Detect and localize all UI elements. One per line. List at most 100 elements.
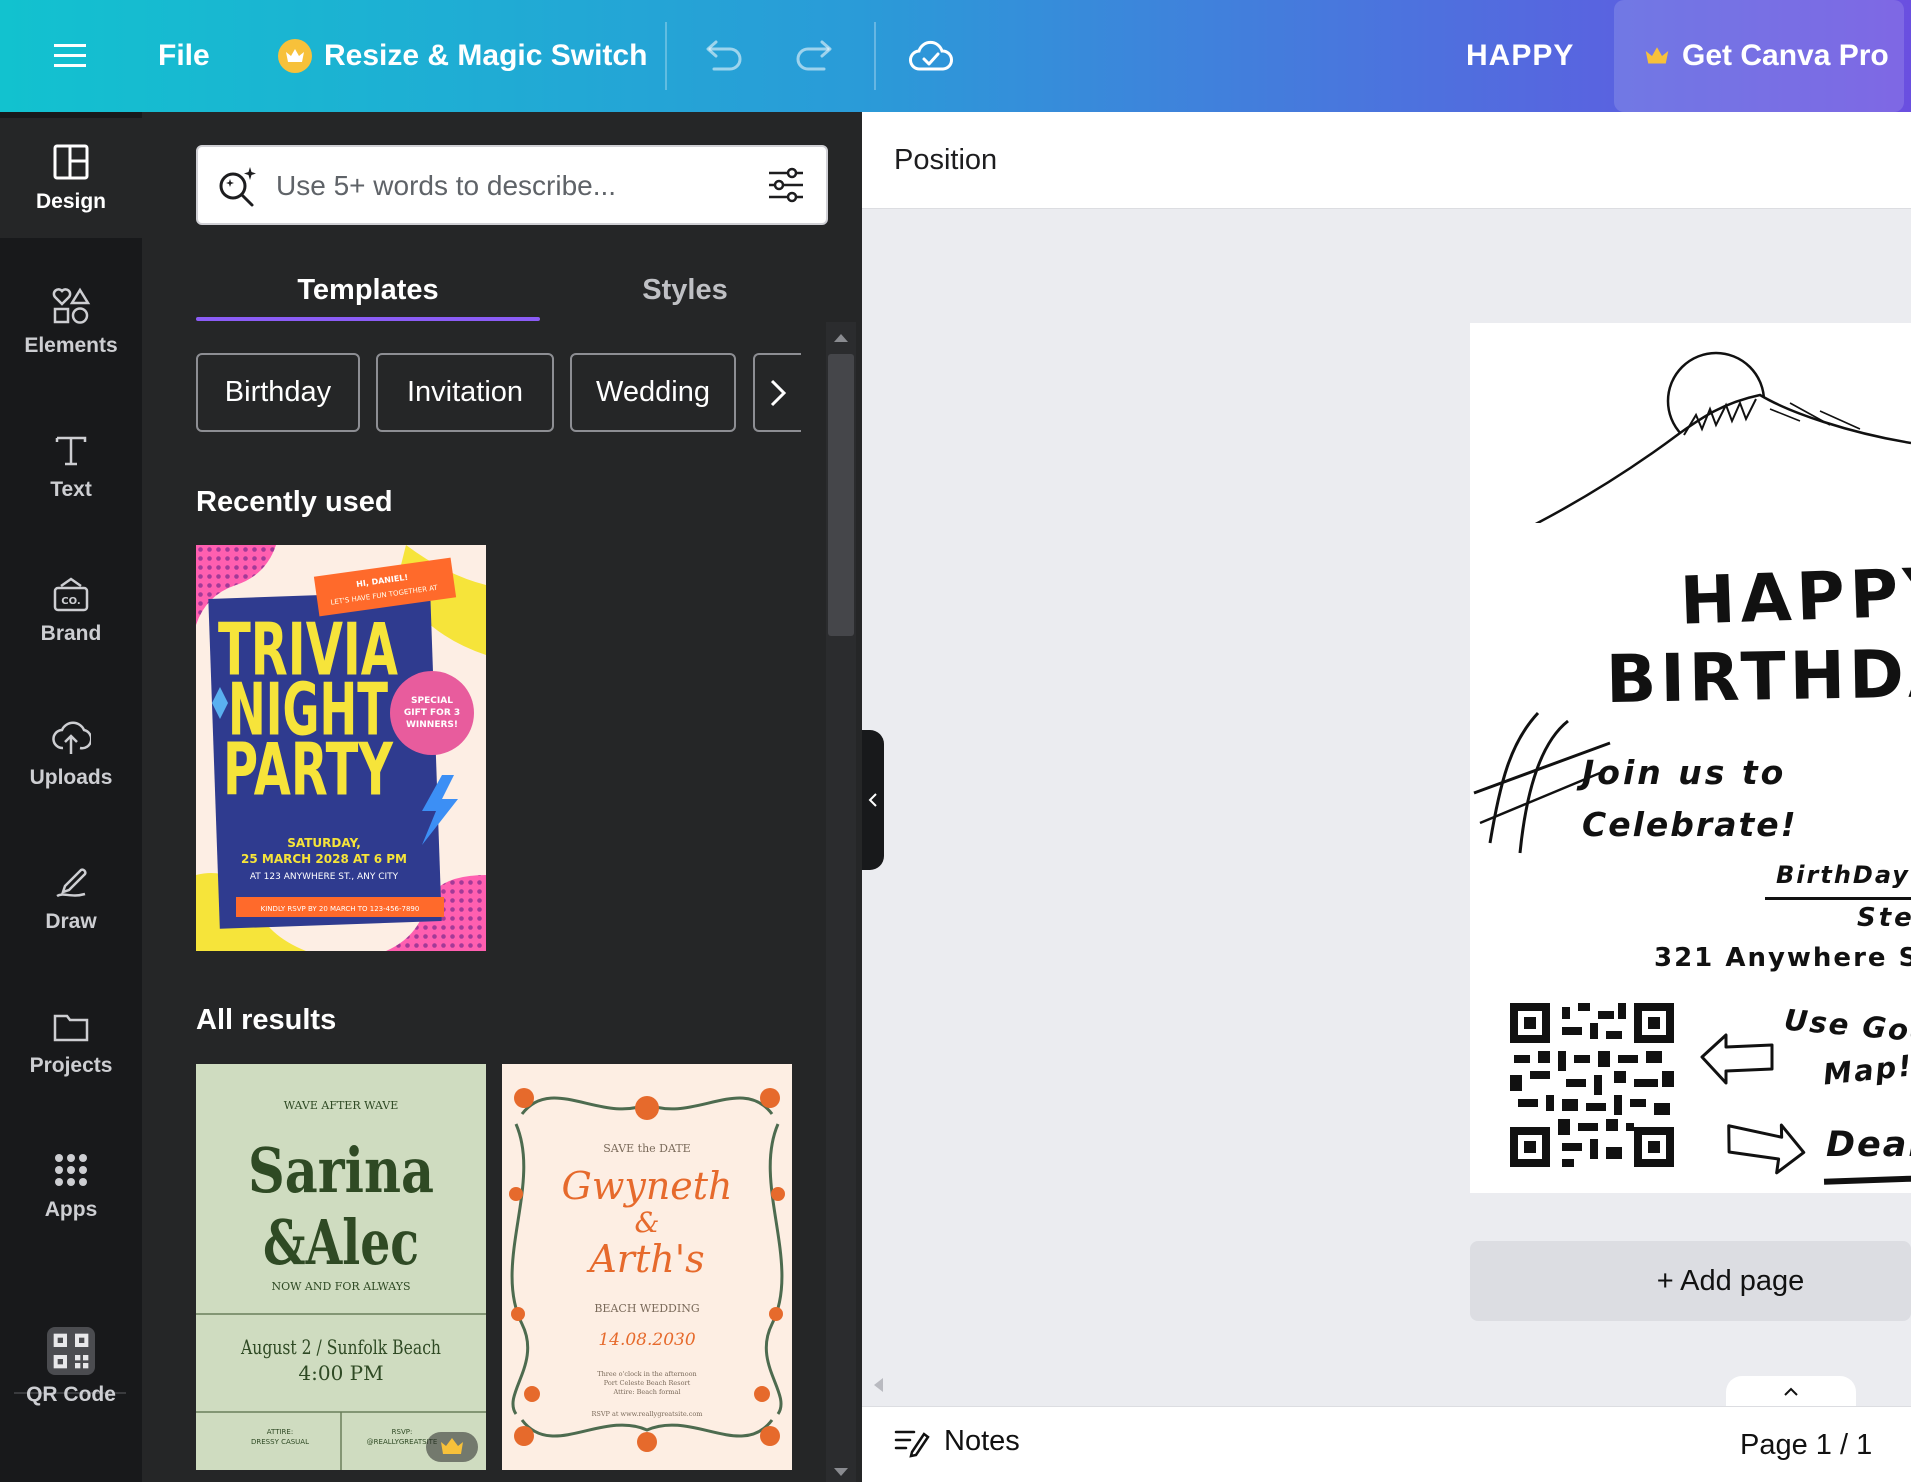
chip-wedding[interactable]: Wedding: [570, 353, 736, 432]
sarina-rsvp: RSVP:: [392, 1428, 413, 1436]
recently-used-heading: Recently used: [196, 486, 393, 518]
rail-item-apps[interactable]: Apps: [0, 1126, 142, 1246]
get-canva-pro-button[interactable]: Get Canva Pro: [1614, 0, 1904, 112]
template-thumbnail-sarina-alec[interactable]: WAVE AFTER WAVE Sarina &Alec NOW AND FOR…: [196, 1064, 486, 1470]
template-search-box[interactable]: [196, 145, 828, 225]
rail-label: Apps: [44, 1198, 98, 1221]
cloud-check-icon: [909, 41, 953, 71]
tab-templates[interactable]: Templates: [196, 260, 540, 320]
trivia-address: AT 123 ANYWHERE ST., ANY CITY: [250, 872, 399, 882]
qr-code-image[interactable]: [1510, 1003, 1674, 1167]
design-text-join[interactable]: Join us to: [1582, 753, 1786, 792]
gwyneth-title: Gwyneth: [561, 1164, 732, 1208]
rail-item-projects[interactable]: Projects: [0, 982, 142, 1102]
design-text-celebrate[interactable]: Celebrate!: [1582, 805, 1798, 844]
brand-icon-text: CO.: [61, 596, 80, 607]
gwyneth-rsvp: RSVP at www.reallygreatsite.com: [592, 1410, 703, 1418]
filter-icon[interactable]: [766, 165, 806, 205]
sarina-date: August 2 / Sunfolk Beach: [240, 1335, 441, 1359]
gwyneth-small: Attire: Beach formal: [612, 1388, 680, 1396]
rail-item-qr-code[interactable]: QR Code: [0, 1302, 142, 1432]
gwyneth-small: Port Celeste Beach Resort: [604, 1379, 691, 1387]
rail-label: QR Code: [26, 1383, 116, 1406]
trivia-special: GIFT FOR 3: [404, 708, 460, 718]
redo-button[interactable]: [794, 0, 838, 112]
chip-birthday[interactable]: Birthday: [196, 353, 360, 432]
rail-item-design[interactable]: Design: [0, 118, 142, 238]
apps-icon: [55, 1154, 87, 1186]
page-indicator[interactable]: Page 1 / 1: [1740, 1429, 1872, 1462]
chevron-up-icon: [1784, 1387, 1798, 1396]
gwyneth-top: SAVE the DATE: [603, 1142, 690, 1155]
save-status-button[interactable]: [908, 0, 954, 112]
underline-doodle: [1823, 1175, 1911, 1185]
design-text-birthday[interactable]: BIRTHDA: [1605, 635, 1911, 718]
footer-bar: Notes Page 1 / 1: [862, 1406, 1911, 1482]
panel-scrollbar-thumb[interactable]: [828, 354, 854, 636]
chip-invitation[interactable]: Invitation: [376, 353, 554, 432]
footer-expand-button[interactable]: [1726, 1376, 1856, 1408]
sarina-title: Sarina: [248, 1134, 434, 1207]
resize-magic-switch-button[interactable]: Resize & Magic Switch: [278, 0, 647, 112]
gwyneth-title: &: [635, 1206, 660, 1239]
rail-label: Elements: [24, 334, 118, 357]
design-text-map[interactable]: Map!: [1821, 1048, 1911, 1091]
rail-item-text[interactable]: Text: [0, 406, 142, 526]
notes-label: Notes: [944, 1425, 1020, 1457]
projects-icon: [53, 1014, 89, 1042]
file-menu[interactable]: File: [158, 0, 210, 112]
menu-button[interactable]: [48, 0, 92, 112]
rail-label: Projects: [29, 1054, 113, 1077]
arrow-left-doodle: [1700, 1033, 1774, 1085]
top-bar: File Resize & Magic Switch HAPPY Get Can…: [0, 0, 1911, 112]
design-text-steve[interactable]: Stev: [1857, 903, 1911, 933]
scroll-down-arrow[interactable]: [834, 1468, 848, 1476]
crown-icon: [1645, 47, 1669, 64]
design-text-dear[interactable]: Dear: [1826, 1125, 1911, 1165]
rail-item-draw[interactable]: Draw: [0, 838, 142, 958]
tab-styles[interactable]: Styles: [540, 260, 830, 320]
qr-code-icon: [47, 1327, 95, 1375]
crown-icon: [278, 39, 312, 73]
design-text-happy[interactable]: HAPPY: [1679, 553, 1911, 640]
gwyneth-title: Arth's: [586, 1237, 704, 1281]
design-text-address[interactable]: 321 Anywhere St. (: [1654, 943, 1911, 973]
design-text-birthday-name[interactable]: BirthDay: [1776, 861, 1910, 889]
scroll-up-arrow[interactable]: [834, 334, 848, 342]
chips-next-button[interactable]: [753, 353, 801, 432]
rail-label: Uploads: [29, 766, 113, 789]
rail-label: Draw: [45, 910, 97, 933]
canvas-scroll-left-arrow[interactable]: [874, 1378, 883, 1392]
toolbar-divider: [874, 22, 876, 90]
rail-label: Brand: [40, 622, 102, 645]
resize-label: Resize & Magic Switch: [324, 39, 648, 72]
add-page-label: + Add page: [1656, 1264, 1805, 1297]
design-title[interactable]: HAPPY: [1466, 0, 1574, 112]
rail-item-brand[interactable]: CO. Brand: [0, 550, 142, 670]
trivia-rsvp: KINDLY RSVP BY 20 MARCH TO 123-456-7890: [261, 905, 420, 913]
search-input[interactable]: [276, 159, 736, 213]
collapse-panel-button[interactable]: [862, 730, 884, 870]
rail-item-elements[interactable]: Elements: [0, 262, 142, 382]
undo-button[interactable]: [700, 0, 744, 112]
trivia-title-line: PARTY: [223, 727, 394, 812]
canvas-area: Position HAPPY BIRTHDA Join us to Celebr…: [862, 112, 1911, 1482]
context-toolbar: Position: [862, 112, 1911, 209]
position-button[interactable]: Position: [894, 144, 997, 177]
sarina-top: WAVE AFTER WAVE: [284, 1099, 398, 1112]
gwyneth-small: Three o'clock in the afternoon: [597, 1370, 696, 1378]
notes-button[interactable]: Notes: [894, 1425, 1020, 1458]
add-page-button[interactable]: + Add page: [1470, 1241, 1911, 1321]
sarina-title: &Alec: [263, 1206, 419, 1279]
notes-icon: [894, 1430, 930, 1458]
sarina-attire: ATTIRE:: [267, 1428, 293, 1436]
design-text-use-google[interactable]: Use Goo: [1783, 1003, 1911, 1050]
template-thumbnail-trivia[interactable]: HI, DANIEL! LET'S HAVE FUN TOGETHER AT T…: [196, 545, 486, 951]
trivia-special: SPECIAL: [411, 696, 453, 706]
design-page[interactable]: HAPPY BIRTHDA Join us to Celebrate! Birt…: [1470, 323, 1911, 1193]
template-thumbnail-gwyneth-arths[interactable]: SAVE the DATE Gwyneth & Arth's BEACH WED…: [502, 1064, 792, 1470]
trivia-date: SATURDAY,: [287, 836, 361, 850]
rail-item-uploads[interactable]: Uploads: [0, 694, 142, 814]
hamburger-icon: [54, 44, 86, 67]
elements-icon: [52, 287, 91, 324]
